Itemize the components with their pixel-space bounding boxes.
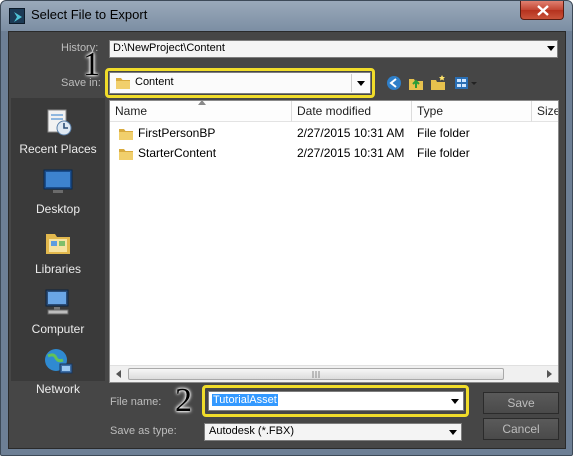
save-in-dropdown[interactable]: Content (109, 72, 371, 94)
file-type: File folder (417, 146, 470, 160)
column-label: Date modified (297, 104, 372, 118)
place-network[interactable]: Network (11, 346, 105, 404)
sort-ascending-icon (198, 101, 206, 105)
up-folder-icon (409, 79, 423, 90)
chevron-down-icon (451, 399, 459, 404)
back-button[interactable] (385, 74, 403, 92)
save-in-dropdown-button[interactable] (351, 74, 369, 92)
column-label: Type (417, 104, 444, 118)
file-date: 2/27/2015 10:31 AM (297, 146, 405, 160)
column-header-name[interactable]: Name (110, 101, 292, 122)
history-value: D:\NewProject\Content (113, 42, 225, 54)
file-name-label: File name: (110, 396, 162, 408)
place-recent-places[interactable]: Recent Places (11, 106, 105, 164)
grip-icon (312, 371, 320, 378)
save-in-value: Content (135, 76, 174, 88)
save-button[interactable]: Save (483, 392, 559, 414)
place-label: Computer (31, 322, 85, 336)
back-arrow-icon (387, 76, 401, 90)
export-dialog-window: Select File to Export History: D:\NewPro… (0, 0, 573, 456)
network-icon (45, 349, 73, 374)
folder-icon (119, 149, 133, 160)
computer-icon (45, 289, 69, 315)
title-bar[interactable]: Select File to Export (1, 1, 572, 31)
up-folder-button[interactable] (407, 74, 425, 92)
folder-icon (116, 78, 130, 89)
file-row[interactable]: FirstPersonBP 2/27/2015 10:31 AM File fo… (110, 124, 558, 144)
save-as-type-label: Save as type: (110, 425, 177, 437)
file-date: 2/27/2015 10:31 AM (297, 126, 405, 140)
close-button[interactable] (520, 1, 564, 20)
history-dropdown[interactable]: D:\NewProject\Content (109, 40, 558, 58)
file-list[interactable]: Name Date modified Type Size FirstPerson… (109, 100, 559, 383)
recent-places-icon (47, 109, 72, 136)
column-label: Size (537, 104, 559, 118)
scrollbar-thumb[interactable] (128, 368, 504, 380)
column-header-date-modified[interactable]: Date modified (292, 101, 412, 122)
file-name: StarterContent (138, 146, 217, 160)
place-label: Libraries (34, 262, 82, 276)
column-label: Name (115, 104, 148, 118)
chevron-down-icon (357, 81, 365, 86)
column-header-type[interactable]: Type (412, 101, 532, 122)
window-title: Select File to Export (31, 7, 148, 22)
place-computer[interactable]: Computer (11, 286, 105, 344)
libraries-icon (46, 234, 70, 254)
chevron-down-icon (547, 46, 555, 51)
callout-number-2: 2 (175, 382, 192, 419)
arrow-right-icon (547, 370, 552, 378)
app-logo-icon (9, 8, 25, 24)
view-grid-icon (455, 77, 477, 89)
new-folder-button[interactable] (429, 74, 447, 92)
view-menu-button[interactable] (453, 74, 479, 92)
new-folder-icon (431, 75, 445, 90)
file-name-value: TutorialAsset (212, 394, 278, 406)
folder-icon (119, 129, 133, 140)
file-row[interactable]: StarterContent 2/27/2015 10:31 AM File f… (110, 144, 558, 164)
places-bar: Recent Places Desktop Libraries Computer… (11, 98, 105, 396)
close-icon (537, 5, 549, 16)
column-header-size[interactable]: Size (532, 101, 559, 122)
horizontal-scrollbar[interactable] (110, 365, 558, 382)
arrow-left-icon (116, 370, 121, 378)
desktop-icon (43, 169, 73, 193)
place-label: Desktop (35, 202, 81, 216)
place-libraries[interactable]: Libraries (11, 226, 105, 284)
file-name-input[interactable]: TutorialAsset (208, 391, 464, 411)
scroll-right-button[interactable] (541, 366, 558, 382)
place-label: Network (35, 382, 80, 396)
scroll-left-button[interactable] (110, 366, 127, 382)
callout-number-1: 1 (83, 46, 100, 83)
cancel-button[interactable]: Cancel (483, 418, 559, 440)
file-name: FirstPersonBP (138, 126, 216, 140)
chevron-down-icon (449, 430, 457, 435)
save-as-type-value: Autodesk (*.FBX) (209, 425, 294, 437)
place-label: Recent Places (19, 142, 97, 156)
save-as-type-dropdown[interactable]: Autodesk (*.FBX) (204, 423, 462, 441)
place-desktop[interactable]: Desktop (11, 166, 105, 224)
dialog-body: History: D:\NewProject\Content Save in: … (8, 31, 566, 449)
file-type: File folder (417, 126, 470, 140)
